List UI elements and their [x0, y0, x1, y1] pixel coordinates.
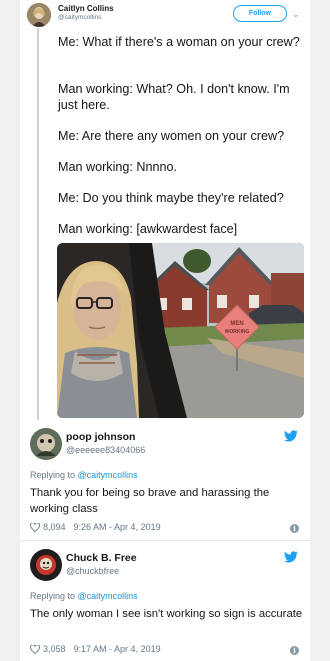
tweet-line: Man working: What? Oh. I don't know. I'm… [58, 82, 290, 112]
info-icon[interactable]: i [290, 646, 299, 655]
reply-author-handle[interactable]: @eeeeee83404066 [66, 445, 145, 455]
replying-to-link[interactable]: @caitymcollins [78, 591, 138, 601]
follow-button[interactable]: Follow [233, 5, 287, 22]
chevron-down-icon[interactable]: ⌄ [292, 9, 300, 20]
replying-to: Replying to @caitymcollins [30, 470, 138, 480]
thread-line [37, 28, 39, 420]
replying-to: Replying to @caitymcollins [30, 591, 138, 601]
info-icon[interactable]: i [290, 524, 299, 533]
replying-to-label: Replying to [30, 591, 78, 601]
tweet-line: Me: Do you think maybe they're related? [58, 191, 284, 205]
heart-icon[interactable] [30, 522, 40, 532]
reply-author-name[interactable]: Chuck B. Free [66, 552, 137, 564]
timestamp[interactable]: 9:17 AM - Apr 4, 2019 [74, 644, 161, 654]
twitter-bird-icon[interactable] [284, 430, 298, 442]
reply-text: Thank you for being so brave and harassi… [30, 487, 270, 515]
reply-card[interactable]: poop johnson @eeeeee83404066 Replying to… [20, 420, 310, 540]
like-count: 3,058 [43, 644, 66, 654]
author-handle[interactable]: @caitymcollins [58, 14, 101, 21]
author-avatar[interactable] [27, 3, 51, 27]
replying-to-link[interactable]: @caitymcollins [78, 470, 138, 480]
reply-meta: 3,058 9:17 AM - Apr 4, 2019 [30, 644, 161, 654]
timestamp[interactable]: 9:26 AM - Apr 4, 2019 [74, 522, 161, 532]
reply-author-handle[interactable]: @chuckbfree [66, 566, 119, 576]
tweet-line: Man working: Nnnno. [58, 160, 178, 174]
reply-author-name[interactable]: poop johnson [66, 431, 135, 443]
tweet-line: Me: What if there's a woman on your crew… [58, 35, 300, 49]
reply-meta: 8,094 9:26 AM - Apr 4, 2019 [30, 522, 161, 532]
reply-text: The only woman I see isn't working so si… [30, 608, 303, 620]
tweet-line: Me: Are there any women on your crew? [58, 129, 285, 143]
like-count: 8,094 [43, 522, 66, 532]
sign-text-line1: MEN [230, 321, 243, 327]
tweet-line: Man working: [awkwardest face] [58, 222, 238, 236]
tweet-photo[interactable]: MEN WORKING [57, 243, 304, 418]
reply-card[interactable]: Chuck B. Free @chuckbfree Replying to @c… [20, 541, 310, 661]
reply-avatar[interactable] [30, 428, 62, 460]
reply-avatar[interactable] [30, 549, 62, 581]
heart-icon[interactable] [30, 644, 40, 654]
sign-text-line2: WORKING [225, 329, 250, 335]
author-name[interactable]: Caitlyn Collins [58, 4, 114, 13]
replying-to-label: Replying to [30, 470, 78, 480]
twitter-bird-icon[interactable] [284, 551, 298, 563]
